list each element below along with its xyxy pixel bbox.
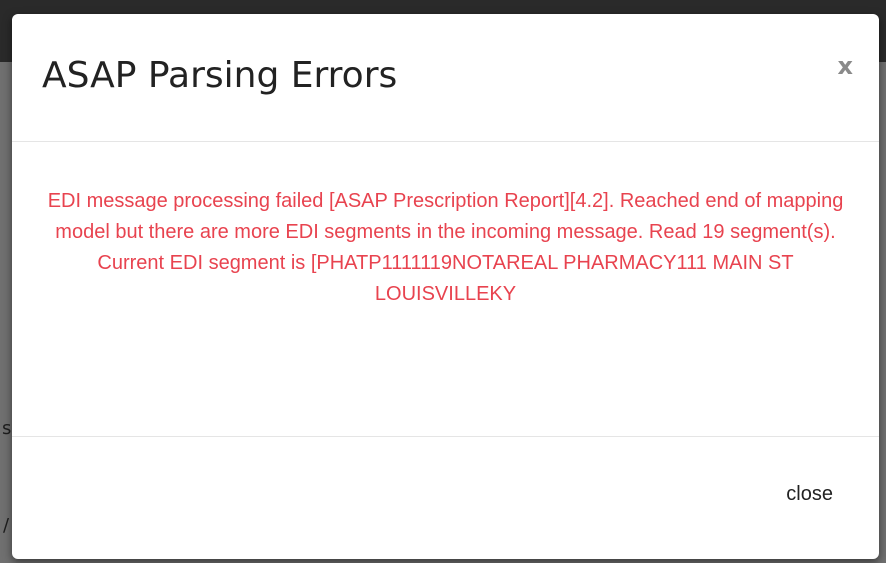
modal-header: ASAP Parsing Errors x — [12, 14, 879, 142]
modal-footer: close — [12, 437, 879, 559]
error-message: EDI message processing failed [ASAP Pres… — [47, 190, 844, 305]
background-text-fragment: / — [3, 515, 10, 536]
close-button[interactable]: close — [786, 483, 833, 506]
background-text-fragment: s — [2, 418, 12, 439]
asap-parsing-errors-dialog: ASAP Parsing Errors x EDI message proces… — [12, 14, 879, 559]
page-right-strip — [878, 62, 886, 563]
close-icon[interactable]: x — [838, 54, 853, 78]
modal-title: ASAP Parsing Errors — [42, 55, 398, 96]
modal-body: EDI message processing failed [ASAP Pres… — [12, 142, 879, 437]
